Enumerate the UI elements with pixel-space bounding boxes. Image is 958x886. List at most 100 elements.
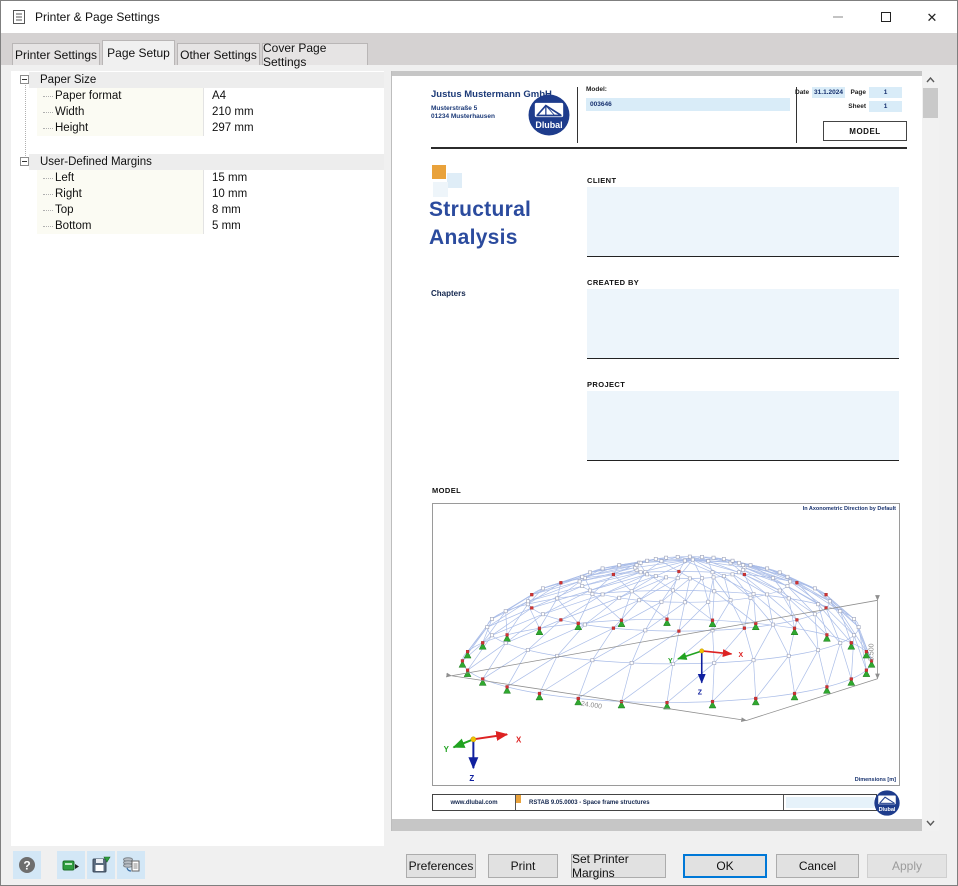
- property-label: Width: [37, 104, 203, 120]
- preview-page: Justus Mustermann GmbH Musterstraße 5 01…: [392, 76, 922, 819]
- dimension-height-label: 5.500: [869, 643, 876, 661]
- property-label: Bottom: [37, 218, 203, 234]
- property-value[interactable]: A4: [203, 88, 384, 104]
- cover-title-line2: Analysis: [429, 224, 531, 252]
- group-header-paper-size: Paper Size: [29, 72, 384, 88]
- dimensions-note: Dimensions [m]: [855, 777, 896, 783]
- copy-settings-icon: [121, 855, 141, 875]
- save-settings-icon: [91, 855, 111, 875]
- corner-axes-triad: X Y Z: [444, 734, 522, 783]
- dlubal-logo: Dlubal: [528, 94, 570, 136]
- page-value: 1: [869, 87, 902, 98]
- scroll-down-button[interactable]: [922, 814, 939, 831]
- center-axes-triad: X Y Z: [668, 649, 743, 697]
- client-field: [587, 187, 899, 257]
- axis-y-label: Y: [668, 658, 673, 665]
- model-field: 003646: [586, 98, 790, 111]
- collapse-expander-icon[interactable]: [20, 75, 29, 84]
- close-icon: ✕: [927, 11, 938, 24]
- model-label: Model:: [586, 86, 607, 93]
- property-label: Paper format: [37, 88, 203, 104]
- load-settings-button[interactable]: [57, 851, 85, 879]
- svg-text:?: ?: [23, 859, 30, 873]
- apply-button[interactable]: Apply: [867, 854, 947, 878]
- group-label: Paper Size: [40, 74, 96, 86]
- page-label: Page: [848, 89, 866, 96]
- preview-pane: Justus Mustermann GmbH Musterstraße 5 01…: [391, 71, 938, 831]
- tab-bar: Printer Settings Page Setup Other Settin…: [1, 33, 957, 65]
- property-value[interactable]: 10 mm: [203, 186, 384, 202]
- date-value: 31.1.2024: [812, 87, 845, 98]
- scroll-up-button[interactable]: [922, 71, 939, 88]
- row-margin-bottom[interactable]: Bottom 5 mm: [37, 218, 384, 234]
- property-label: Left: [37, 170, 203, 186]
- property-label: Right: [37, 186, 203, 202]
- address-line: Musterstraße 5: [431, 105, 495, 113]
- cover-title: Structural Analysis: [429, 196, 531, 252]
- tab-page-setup[interactable]: Page Setup: [102, 40, 175, 65]
- footer-accent-orange: [516, 795, 521, 803]
- tree-line: [25, 80, 26, 162]
- footer-dlubal-logo: Dlubal: [874, 790, 900, 816]
- row-height[interactable]: Height 297 mm: [37, 120, 384, 136]
- window-title: Printer & Page Settings: [35, 10, 160, 24]
- property-grid: Paper Size Paper format A4 Width 210 mm …: [11, 71, 384, 846]
- document-icon: [11, 9, 27, 25]
- print-button[interactable]: Print: [488, 854, 558, 878]
- row-width[interactable]: Width 210 mm: [37, 104, 384, 120]
- axonometric-annotation: In Axonometric Direction by Default: [803, 506, 896, 512]
- copy-settings-button[interactable]: [117, 851, 145, 879]
- property-value[interactable]: 297 mm: [203, 120, 384, 136]
- created-by-field: [587, 289, 899, 359]
- cancel-button[interactable]: Cancel: [776, 854, 859, 878]
- property-value[interactable]: 8 mm: [203, 202, 384, 218]
- cover-title-line1: Structural: [429, 196, 531, 224]
- tab-printer-settings[interactable]: Printer Settings: [12, 43, 100, 65]
- header-divider: [577, 87, 578, 143]
- model-image: In Axonometric Direction by Default Dime…: [432, 503, 900, 786]
- client-label: CLIENT: [587, 176, 616, 185]
- sheet-value: 1: [869, 101, 902, 112]
- created-by-label: CREATED BY: [587, 278, 639, 287]
- property-value[interactable]: 210 mm: [203, 104, 384, 120]
- footer-field: [786, 797, 874, 808]
- sheet-label: Sheet: [844, 103, 866, 110]
- project-label: PROJECT: [587, 380, 625, 389]
- save-settings-button[interactable]: [87, 851, 115, 879]
- help-button[interactable]: ?: [13, 851, 41, 879]
- axis-x-label: X: [516, 735, 522, 744]
- vertical-scrollbar[interactable]: [922, 71, 939, 831]
- property-label: Height: [37, 120, 203, 136]
- model-section-label: MODEL: [432, 486, 461, 495]
- axis-x-label: X: [738, 652, 743, 659]
- close-button[interactable]: ✕: [917, 3, 947, 31]
- date-label: Date: [795, 89, 809, 96]
- program-label: RSTAB 9.05.0003 - Space frame structures: [529, 795, 650, 810]
- help-icon: ?: [17, 855, 37, 875]
- website-label: www.dlubal.com: [433, 795, 515, 810]
- maximize-button[interactable]: [871, 3, 901, 31]
- preferences-button[interactable]: Preferences: [406, 854, 476, 878]
- tab-cover-page-settings[interactable]: Cover Page Settings: [262, 43, 368, 65]
- row-margin-right[interactable]: Right 10 mm: [37, 186, 384, 202]
- property-value[interactable]: 5 mm: [203, 218, 384, 234]
- doc-type-box: MODEL: [823, 121, 907, 141]
- accent-square-orange: [432, 165, 446, 179]
- collapse-expander-icon[interactable]: [20, 157, 29, 166]
- ok-button[interactable]: OK: [683, 854, 767, 878]
- scroll-thumb[interactable]: [923, 88, 938, 118]
- row-margin-left[interactable]: Left 15 mm: [37, 170, 384, 186]
- footer-divider: [783, 795, 784, 810]
- load-settings-icon: [61, 855, 81, 875]
- accent-square-blue: [447, 173, 462, 188]
- tab-other-settings[interactable]: Other Settings: [177, 43, 260, 65]
- row-paper-format[interactable]: Paper format A4: [37, 88, 384, 104]
- address-line: 01234 Musterhausen: [431, 113, 495, 121]
- property-value[interactable]: 15 mm: [203, 170, 384, 186]
- minimize-button: [823, 3, 853, 31]
- accent-square-lightblue: [433, 182, 448, 197]
- row-margin-top[interactable]: Top 8 mm: [37, 202, 384, 218]
- set-printer-margins-button[interactable]: Set Printer Margins: [571, 854, 666, 878]
- dimension-width-label: 24.000: [580, 701, 602, 711]
- minimize-icon: [833, 16, 843, 18]
